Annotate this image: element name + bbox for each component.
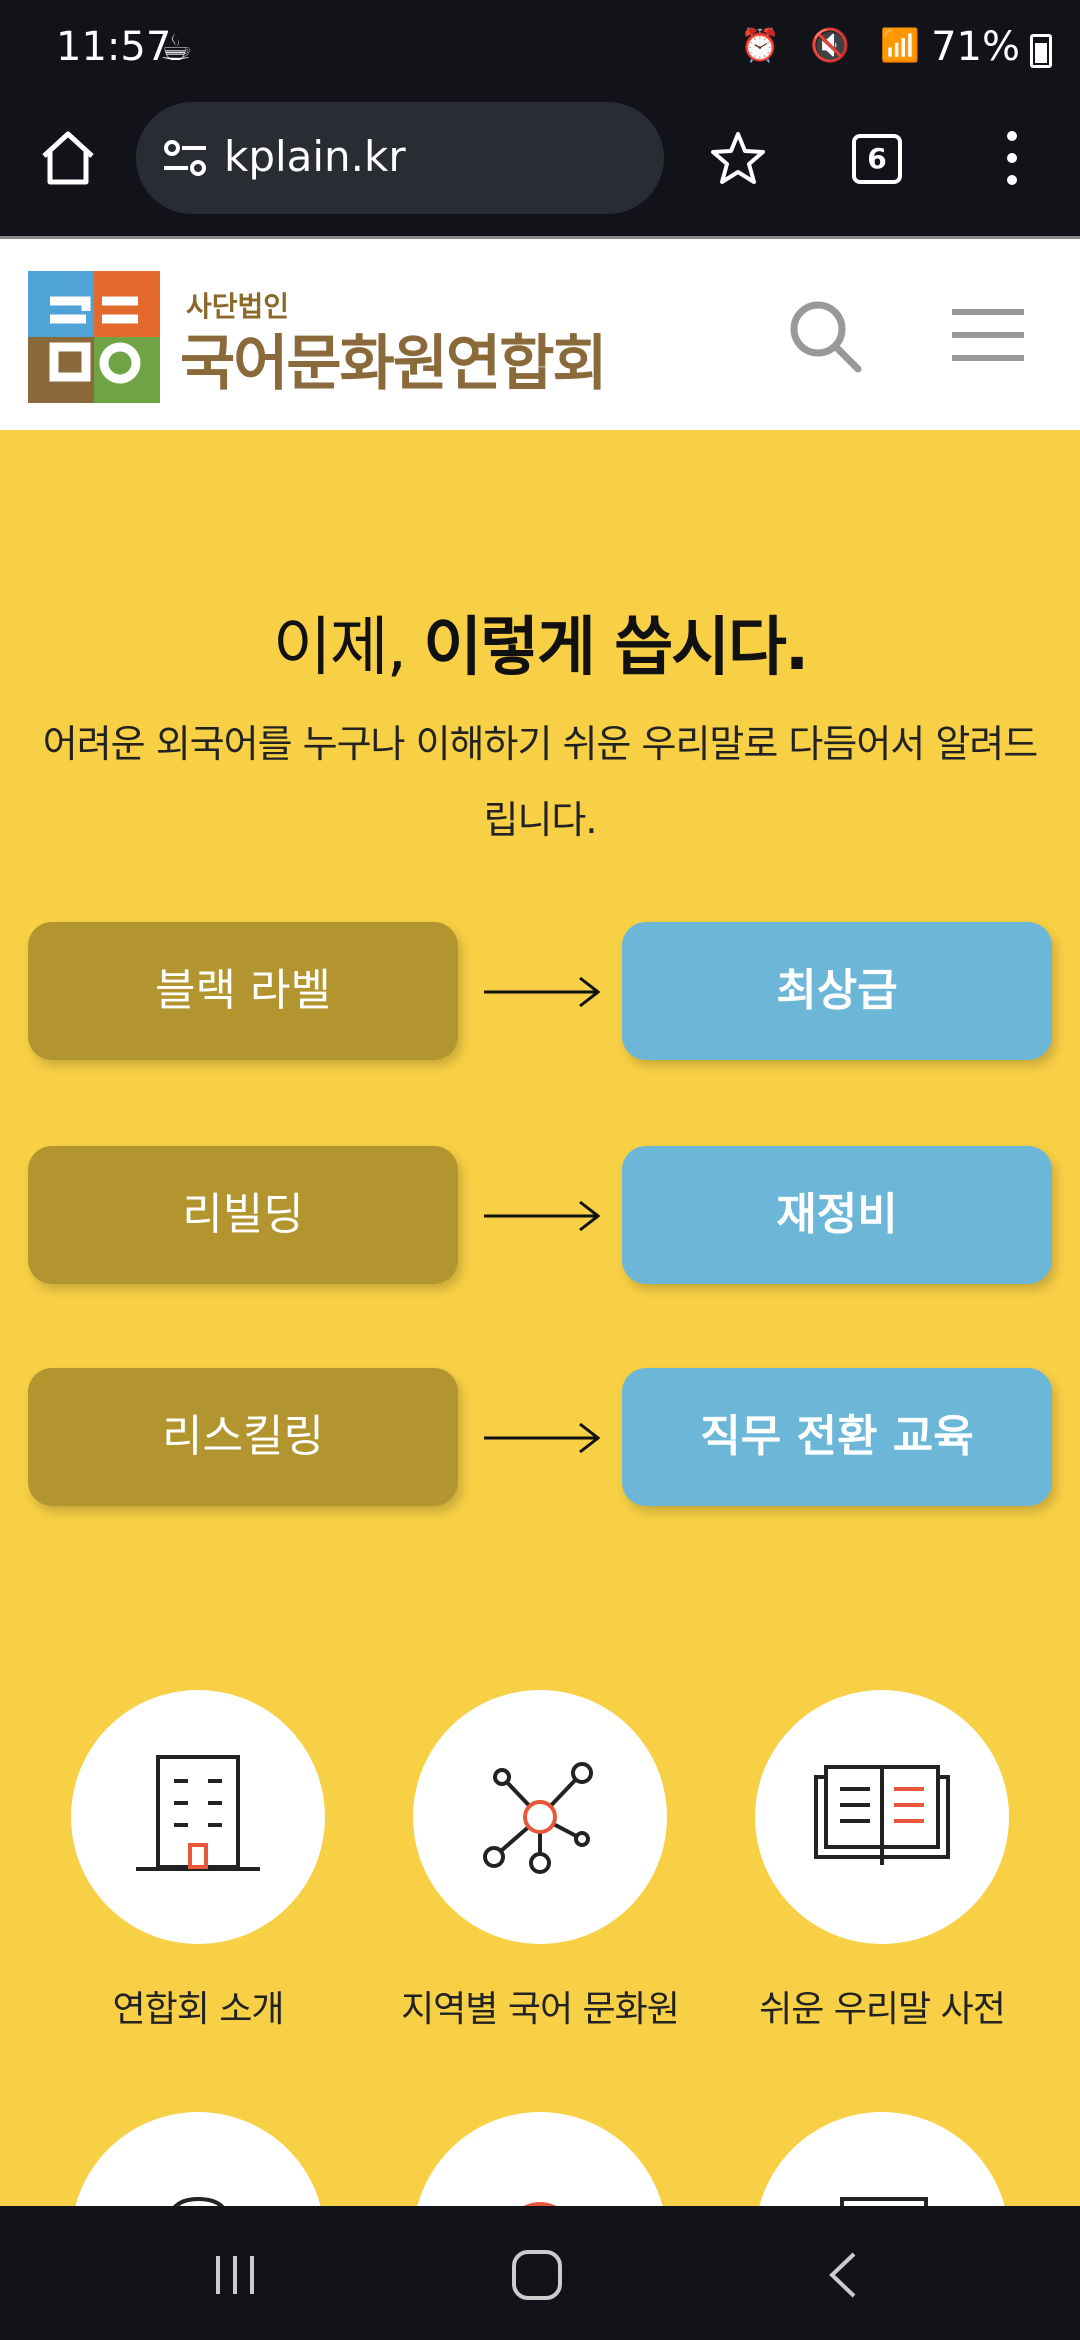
battery-percent: 71% <box>931 24 1020 70</box>
tab-switcher-button[interactable]: 6 <box>852 134 902 184</box>
document-icon <box>840 2197 928 2206</box>
home-button-icon[interactable] <box>510 2248 564 2302</box>
menu-circle[interactable] <box>755 1690 1009 1944</box>
korean-word-button[interactable]: 직무 전환 교육 <box>622 1368 1052 1506</box>
menu-circle-partial[interactable] <box>71 2112 325 2206</box>
word-pair-row: 리스킬링 직무 전환 교육 <box>28 1368 1052 1506</box>
menu-label: 연합회 소개 <box>112 1989 284 2030</box>
recent-apps-icon[interactable] <box>210 2250 260 2300</box>
arrow-right-icon <box>484 1422 601 1454</box>
building-icon <box>136 1755 260 1871</box>
menu-circle[interactable] <box>71 1690 325 1944</box>
word-pair-row: 블랙 라벨 최상급 <box>28 922 1052 1060</box>
address-bar[interactable]: kplain.kr <box>136 102 664 214</box>
status-icons: ⏰ 🔇 📶 <box>740 26 930 64</box>
menu-circle[interactable] <box>413 1690 667 1944</box>
menu-label: 지역별 국어 문화원 <box>401 1989 680 2030</box>
hero-title: 이제, 이렇게 씁시다. <box>0 596 1080 688</box>
menu-circle-partial[interactable] <box>755 2112 1009 2206</box>
logo-icon[interactable] <box>28 271 160 403</box>
foreign-word-button[interactable]: 리스킬링 <box>28 1368 458 1506</box>
back-icon[interactable] <box>822 2250 862 2300</box>
arrow-right-icon <box>484 976 601 1008</box>
foreign-word-button[interactable]: 블랙 라벨 <box>28 922 458 1060</box>
status-time: 11:57 <box>56 24 172 70</box>
home-icon[interactable] <box>36 126 100 190</box>
network-icon <box>483 1762 593 1874</box>
menu-circle-partial[interactable] <box>413 2112 667 2206</box>
web-page: 사단법인 국어문화원연합회 이제, 이렇게 씁시다. 어려운 외국어를 누구나 … <box>0 236 1080 2206</box>
url-text: kplain.kr <box>224 132 406 181</box>
book-icon <box>814 1765 950 1865</box>
battery-icon <box>1030 34 1052 68</box>
menu-label: 쉬운 우리말 사전 <box>759 1989 1006 2030</box>
chat-icon <box>523 2202 557 2206</box>
menu-item-dictionary[interactable]: 쉬운 우리말 사전 <box>722 1690 1042 2032</box>
search-icon[interactable] <box>786 297 866 377</box>
korean-word-button[interactable]: 재정비 <box>622 1146 1052 1284</box>
arrow-right-icon <box>484 1200 601 1232</box>
bookmark-star-icon[interactable] <box>708 128 768 188</box>
menu-item-about[interactable]: 연합회 소개 <box>38 1690 358 2032</box>
word-pair-row: 리빌딩 재정비 <box>28 1146 1052 1284</box>
korean-word-button[interactable]: 최상급 <box>622 922 1052 1060</box>
more-menu-icon[interactable] <box>1000 126 1024 190</box>
foreign-word-button[interactable]: 리빌딩 <box>28 1146 458 1284</box>
logo-title[interactable]: 국어문화원연합회 <box>180 315 608 402</box>
system-nav-bar <box>0 2206 1080 2340</box>
status-bar: 11:57 ☕ ⏰ 🔇 📶 71% <box>0 0 1080 100</box>
browser-toolbar: kplain.kr 6 <box>0 100 1080 236</box>
cloud-icon <box>173 2196 224 2206</box>
hero-title-normal: 이제, <box>272 611 424 685</box>
hamburger-menu-icon[interactable] <box>952 307 1024 363</box>
coffee-icon: ☕ <box>160 28 193 69</box>
site-settings-icon[interactable] <box>160 134 210 182</box>
menu-item-regional[interactable]: 지역별 국어 문화원 <box>380 1690 700 2032</box>
site-header: 사단법인 국어문화원연합회 <box>0 236 1080 430</box>
hero-description: 어려운 외국어를 누구나 이해하기 쉬운 우리말로 다듬어서 알려드립니다. <box>42 722 1038 842</box>
hero-title-bold: 이렇게 씁시다. <box>423 611 809 685</box>
